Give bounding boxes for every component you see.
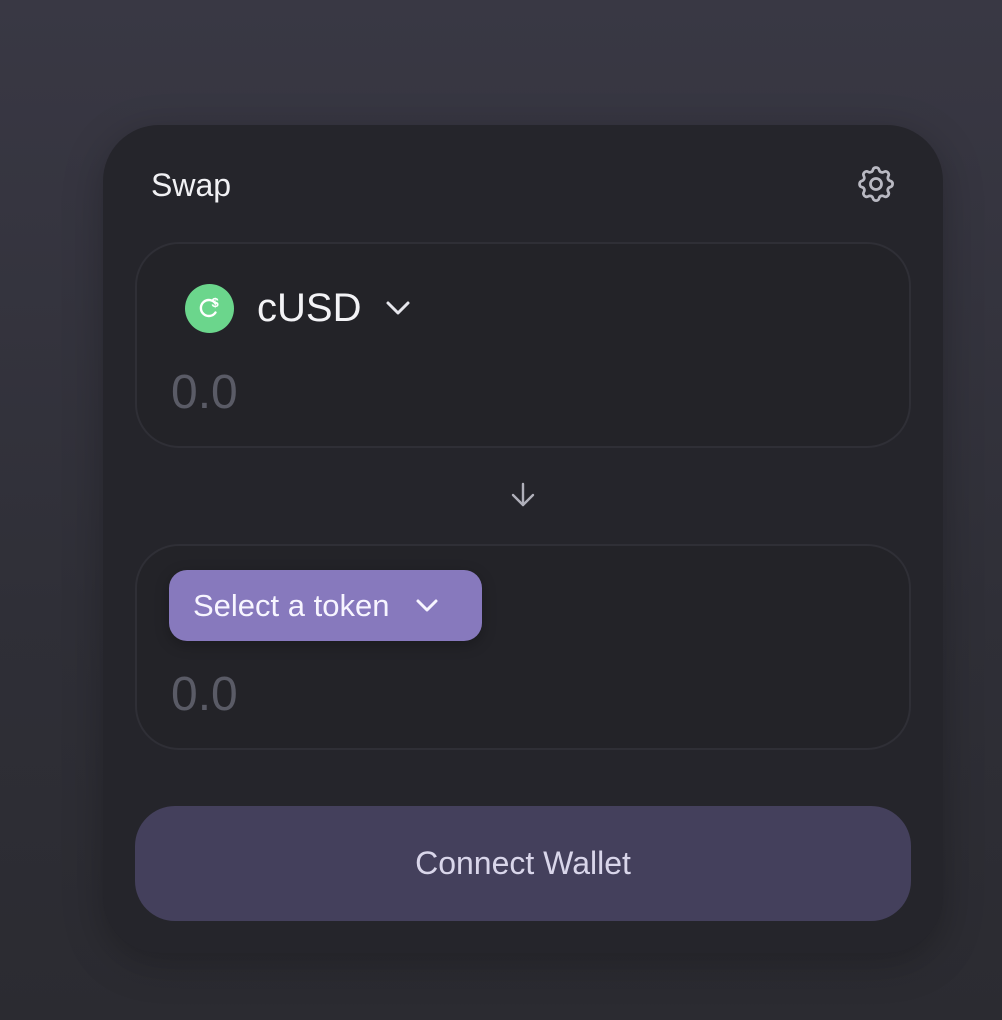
swap-title: Swap [151,167,232,203]
chevron-down-icon [415,598,439,613]
gear-icon [858,166,894,202]
celo-dollar-logo-icon: $ [185,283,234,333]
arrow-down-icon [511,482,535,507]
svg-text:$: $ [211,295,219,310]
chevron-down-icon [385,300,411,316]
settings-button[interactable] [853,161,899,207]
input-amount-field[interactable] [171,362,771,422]
connect-wallet-button[interactable]: Connect Wallet [135,806,911,921]
select-token-button[interactable]: Select a token [169,570,482,641]
swap-card: Swap $ cUSD 0.0 Select a token 0.0 Conne… [103,125,943,953]
input-token-panel: $ cUSD [135,242,911,448]
select-token-label: Select a token [193,587,390,623]
output-token-panel: Select a token [135,544,911,750]
input-token-selector[interactable]: $ cUSD [185,280,411,336]
connect-wallet-label: Connect Wallet [415,845,631,881]
output-amount-field[interactable] [171,664,771,724]
switch-direction-button[interactable] [509,481,537,509]
input-token-symbol: cUSD [257,286,362,330]
